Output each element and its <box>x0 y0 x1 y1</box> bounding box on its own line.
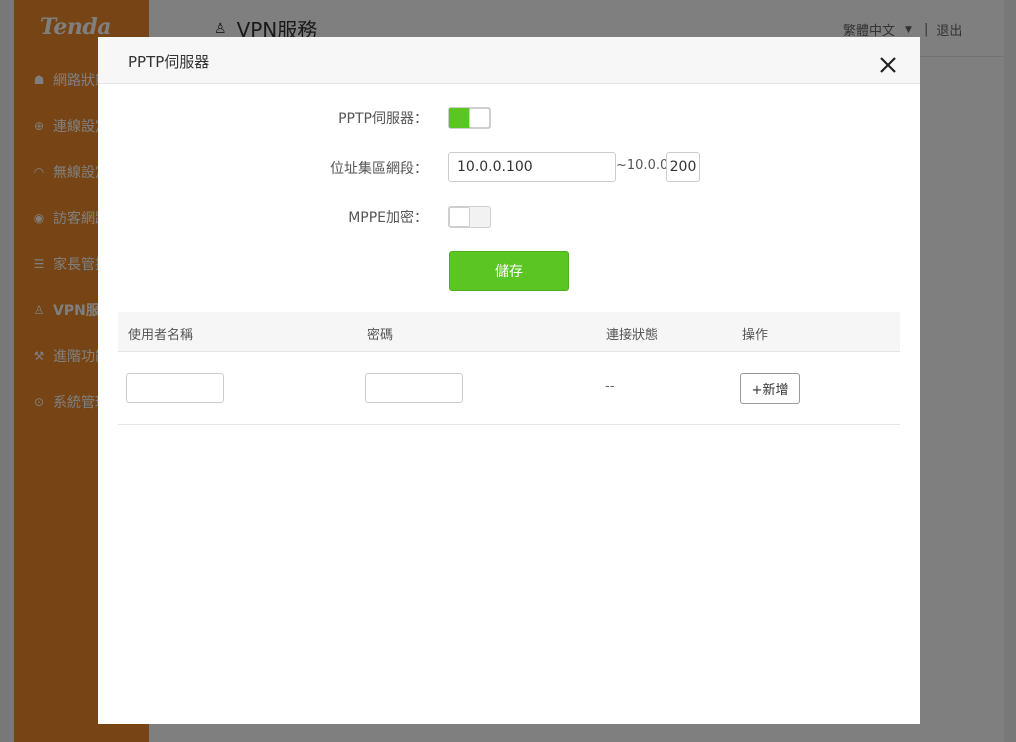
close-button[interactable] <box>876 53 900 77</box>
close-icon <box>880 57 896 73</box>
pptp-server-label: PPTP伺服器： <box>338 111 428 127</box>
mppe-label: MPPE加密： <box>348 210 428 226</box>
connection-status: -- <box>605 379 615 394</box>
pptp-server-dialog: PPTP伺服器 PPTP伺服器： 位址集區網段： ~10.0.0. MPPE加密… <box>98 37 920 724</box>
table-row: -- +新增 <box>118 352 900 425</box>
toggle-fill <box>449 108 470 128</box>
column-header-action: 操作 <box>742 328 769 343</box>
dialog-title: PPTP伺服器 <box>128 53 210 71</box>
pool-end-input[interactable] <box>666 152 700 182</box>
column-header-status: 連接狀態 <box>606 328 659 343</box>
save-button[interactable]: 儲存 <box>449 251 569 291</box>
pool-range-prefix: ~10.0.0. <box>616 158 673 173</box>
address-pool-label: 位址集區網段： <box>330 161 428 177</box>
user-table-header: 使用者名稱 密碼 連接狀態 操作 <box>118 312 900 352</box>
pool-start-input[interactable] <box>448 152 616 182</box>
username-input[interactable] <box>126 373 224 403</box>
pptp-server-toggle[interactable] <box>448 107 491 129</box>
mppe-toggle[interactable] <box>448 206 491 228</box>
column-header-username: 使用者名稱 <box>128 328 194 343</box>
toggle-knob <box>449 207 470 227</box>
add-user-button[interactable]: +新增 <box>740 373 800 404</box>
toggle-knob <box>469 108 490 128</box>
dialog-header: PPTP伺服器 <box>98 37 920 84</box>
column-header-password: 密碼 <box>367 328 394 343</box>
password-input[interactable] <box>365 373 463 403</box>
